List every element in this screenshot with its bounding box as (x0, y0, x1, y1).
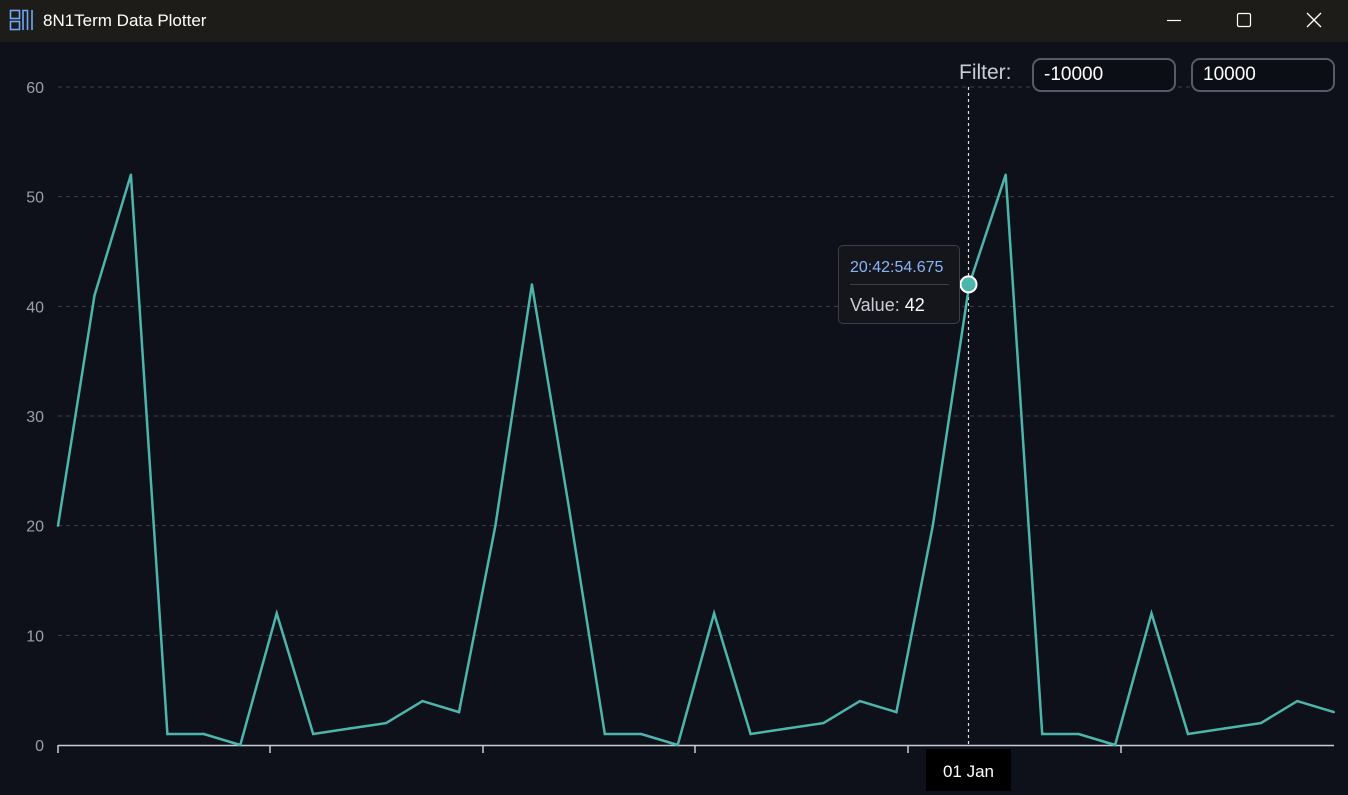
y-tick-label: 20 (26, 519, 44, 536)
data-point (931, 524, 934, 527)
tooltip-value: 42 (904, 295, 925, 315)
maximize-button[interactable] (1209, 0, 1279, 42)
close-icon (1306, 12, 1322, 28)
grid-lines (58, 86, 1334, 636)
data-point (1113, 743, 1117, 747)
hover-point (959, 275, 978, 294)
y-tick-label: 40 (26, 299, 44, 316)
data-point (275, 612, 278, 615)
y-axis-ticks: 0 10 20 30 40 50 60 (26, 80, 44, 755)
data-point (640, 732, 643, 736)
maximize-icon (1236, 12, 1252, 28)
filter-max-input[interactable] (1191, 58, 1335, 92)
tooltip-time: 20:42:54.675 (850, 259, 944, 276)
data-point (129, 173, 133, 176)
tooltip-separator (850, 284, 949, 285)
data-point (384, 721, 388, 725)
data-point (166, 732, 169, 736)
line-chart[interactable]: 0 10 20 30 40 50 60 (0, 42, 1348, 791)
data-point (457, 710, 461, 714)
data-point (1332, 710, 1336, 714)
series-line (56, 174, 1335, 747)
data-point (239, 743, 242, 747)
data-point (93, 294, 96, 297)
y-tick-label: 50 (26, 190, 44, 207)
data-point (348, 727, 351, 730)
data-point (785, 727, 789, 730)
data-point (676, 743, 679, 747)
data-point (202, 732, 205, 736)
y-tick-label: 30 (26, 409, 44, 426)
minimize-button[interactable] (1139, 0, 1209, 42)
crosshair-x-label: 01 Jan (926, 749, 1011, 791)
data-point (822, 721, 825, 725)
data-point (1150, 612, 1153, 615)
data-point (1296, 699, 1299, 703)
tooltip-value-label: Value: (850, 295, 900, 315)
data-point (1077, 732, 1080, 736)
data-point (1259, 721, 1263, 725)
filter-label: Filter: (959, 61, 1012, 84)
title-bar: 8N1Term Data Plotter (0, 0, 1348, 42)
data-point (603, 732, 606, 736)
close-button[interactable] (1278, 0, 1348, 42)
hover-tooltip: 20:42:54.675 Value: 42 (838, 245, 960, 324)
data-point (312, 732, 315, 736)
tooltip-value-row: Value: 42 (850, 295, 925, 316)
y-tick-label: 0 (35, 738, 44, 755)
y-tick-label: 10 (26, 628, 44, 645)
data-point (1186, 732, 1190, 736)
data-point (1223, 727, 1226, 730)
data-point (421, 699, 424, 703)
data-points (56, 173, 1336, 747)
data-point (530, 283, 534, 286)
terminal-plot-icon (9, 9, 33, 31)
plot-area[interactable]: 0 10 20 30 40 50 60 Filter: 20:42:54.675 Value… (0, 42, 1348, 791)
data-point (567, 502, 570, 505)
data-point (1004, 173, 1007, 176)
data-point (749, 732, 752, 736)
minimize-icon (1167, 19, 1181, 22)
data-point (1041, 732, 1044, 736)
window-title: 8N1Term Data Plotter (43, 11, 207, 30)
y-tick-label: 60 (26, 80, 44, 97)
data-point (56, 524, 60, 527)
data-point (895, 710, 898, 714)
data-point (712, 612, 716, 615)
data-point (494, 524, 497, 527)
filter-min-input[interactable] (1032, 58, 1176, 92)
data-point (858, 699, 862, 703)
